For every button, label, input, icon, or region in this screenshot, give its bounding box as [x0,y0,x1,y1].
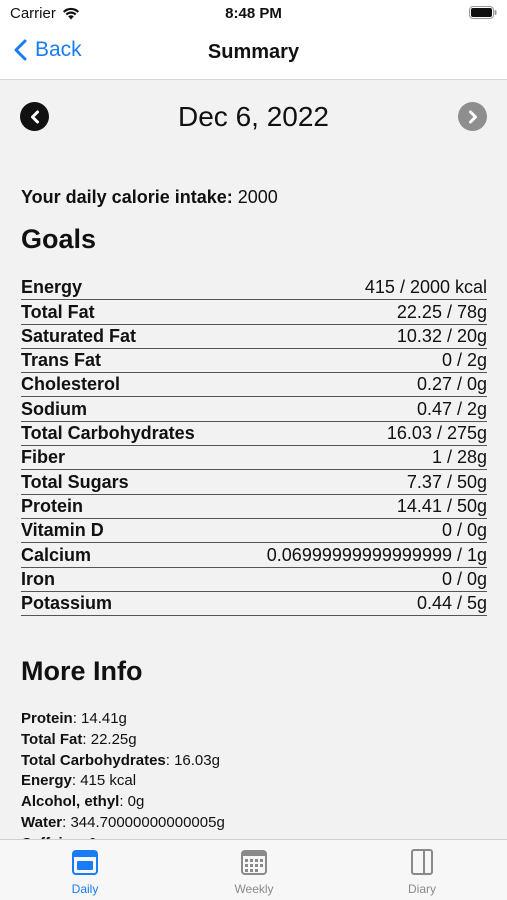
goal-row: Protein 14.41 / 50g [21,495,487,519]
goal-row: Cholesterol 0.27 / 0g [21,373,487,398]
tab-bar: Daily Weekly Diary [0,839,507,900]
intake-label: Your daily calorie intake: [21,187,233,207]
daily-calorie-intake: Your daily calorie intake: 2000 [21,187,278,208]
book-icon [411,849,433,875]
status-time: 8:48 PM [225,5,282,22]
tab-daily[interactable]: Daily [25,848,145,896]
more-info-value: : 0g [119,793,145,811]
goal-row: Energy 415 / 2000 kcal [21,276,487,301]
date-selector: Dec 6, 2022 [0,97,507,137]
calendar-day-icon [72,850,98,875]
more-info-label: Total Fat [21,730,83,748]
more-info-label: Total Carbohydrates [21,751,166,769]
more-info-item: Protein: 14.41g [21,709,487,730]
goal-value: 14.41 / 50g [396,495,487,516]
goal-value: 0 / 2g [441,350,487,371]
tab-weekly-label: Weekly [234,882,274,896]
more-info-item: Water: 344.70000000000005g [21,813,487,834]
goal-value: 10.32 / 20g [396,325,487,346]
more-info-value: : 22.25g [82,730,137,748]
tab-weekly[interactable]: Weekly [194,848,314,896]
goal-row: Vitamin D 0 / 0g [21,519,487,544]
goal-row: Saturated Fat 10.32 / 20g [21,325,487,349]
goal-value: 415 / 2000 kcal [364,277,487,298]
goal-value: 0.44 / 5g [416,593,487,614]
goal-row: Total Carbohydrates 16.03 / 275g [21,422,487,447]
goal-label: Potassium [21,593,113,614]
goal-value: 16.03 / 275g [386,423,487,444]
goal-label: Protein [21,495,84,516]
tab-diary[interactable]: Diary [362,848,482,896]
goal-value: 22.25 / 78g [396,301,487,322]
navigation-bar: Back Summary [0,28,507,80]
goal-label: Trans Fat [21,350,102,371]
goal-row: Iron 0 / 0g [21,568,487,592]
selected-date: Dec 6, 2022 [178,101,329,132]
more-info-label: Protein [21,710,73,727]
goal-row: Trans Fat 0 / 2g [21,349,487,374]
goals-heading: Goals [21,224,97,254]
more-info-item: Alcohol, ethyl: 0g [21,792,487,813]
more-info-item: Total Fat: 22.25g [21,730,487,751]
goal-label: Saturated Fat [21,325,137,346]
goal-row: Potassium 0.44 / 5g [21,592,487,617]
goal-value: 7.37 / 50g [406,471,487,492]
more-info-label: Energy [21,772,72,790]
battery-icon [469,6,497,19]
goal-row: Total Fat 22.25 / 78g [21,300,487,325]
more-info-list: Protein: 14.41g Total Fat: 22.25g Total Ca… [21,709,487,839]
more-info-value: : 344.70000000000005g [62,813,225,831]
goal-row: Fiber 1 / 28g [21,446,487,471]
goal-label: Calcium [21,544,92,565]
goal-label: Fiber [21,447,66,468]
more-info-label: Alcohol, ethyl [21,793,120,811]
goal-label: Total Sugars [21,471,129,492]
goal-label: Cholesterol [21,374,121,395]
more-info-value: : 415 kcal [71,772,137,790]
tab-diary-label: Diary [407,882,436,896]
more-info-heading: More Info [21,656,143,686]
more-info-item: Energy: 415 kcal [21,771,487,792]
goal-value: 0 / 0g [441,520,487,541]
goal-value: 0.27 / 0g [416,374,487,395]
goals-list: Energy 415 / 2000 kcal Total Fat 22.25 / 78… [21,276,487,617]
status-bar: Carrier 8:48 PM [0,0,507,28]
goal-row: Total Sugars 7.37 / 50g [21,470,487,495]
page-title: Summary [207,41,300,63]
more-info-value: : 16.03g [165,751,220,769]
goal-value: 0.06999999999999999 / 1g [266,544,487,565]
goal-row: Calcium 0.06999999999999999 / 1g [21,543,487,568]
calendar-week-icon [241,850,267,875]
more-info-label: Water [21,813,63,831]
goal-label: Energy [21,277,83,298]
tab-daily-label: Daily [71,882,99,896]
goal-label: Vitamin D [21,520,104,541]
chevron-right-icon [468,110,477,123]
goal-label: Sodium [21,398,87,419]
more-info-item: Total Carbohydrates: 16.03g [21,751,487,772]
goal-label: Iron [21,568,55,589]
goal-label: Total Carbohydrates [21,423,195,444]
goal-label: Total Fat [21,301,95,322]
more-info-value: : 14.41g [72,710,127,727]
next-day-button[interactable] [458,102,487,131]
goal-value: 1 / 28g [431,447,487,468]
goal-value: 0.47 / 2g [416,398,487,419]
goal-row: Sodium 0.47 / 2g [21,397,487,422]
goal-value: 0 / 0g [441,568,487,589]
intake-value: 2000 [237,187,278,207]
